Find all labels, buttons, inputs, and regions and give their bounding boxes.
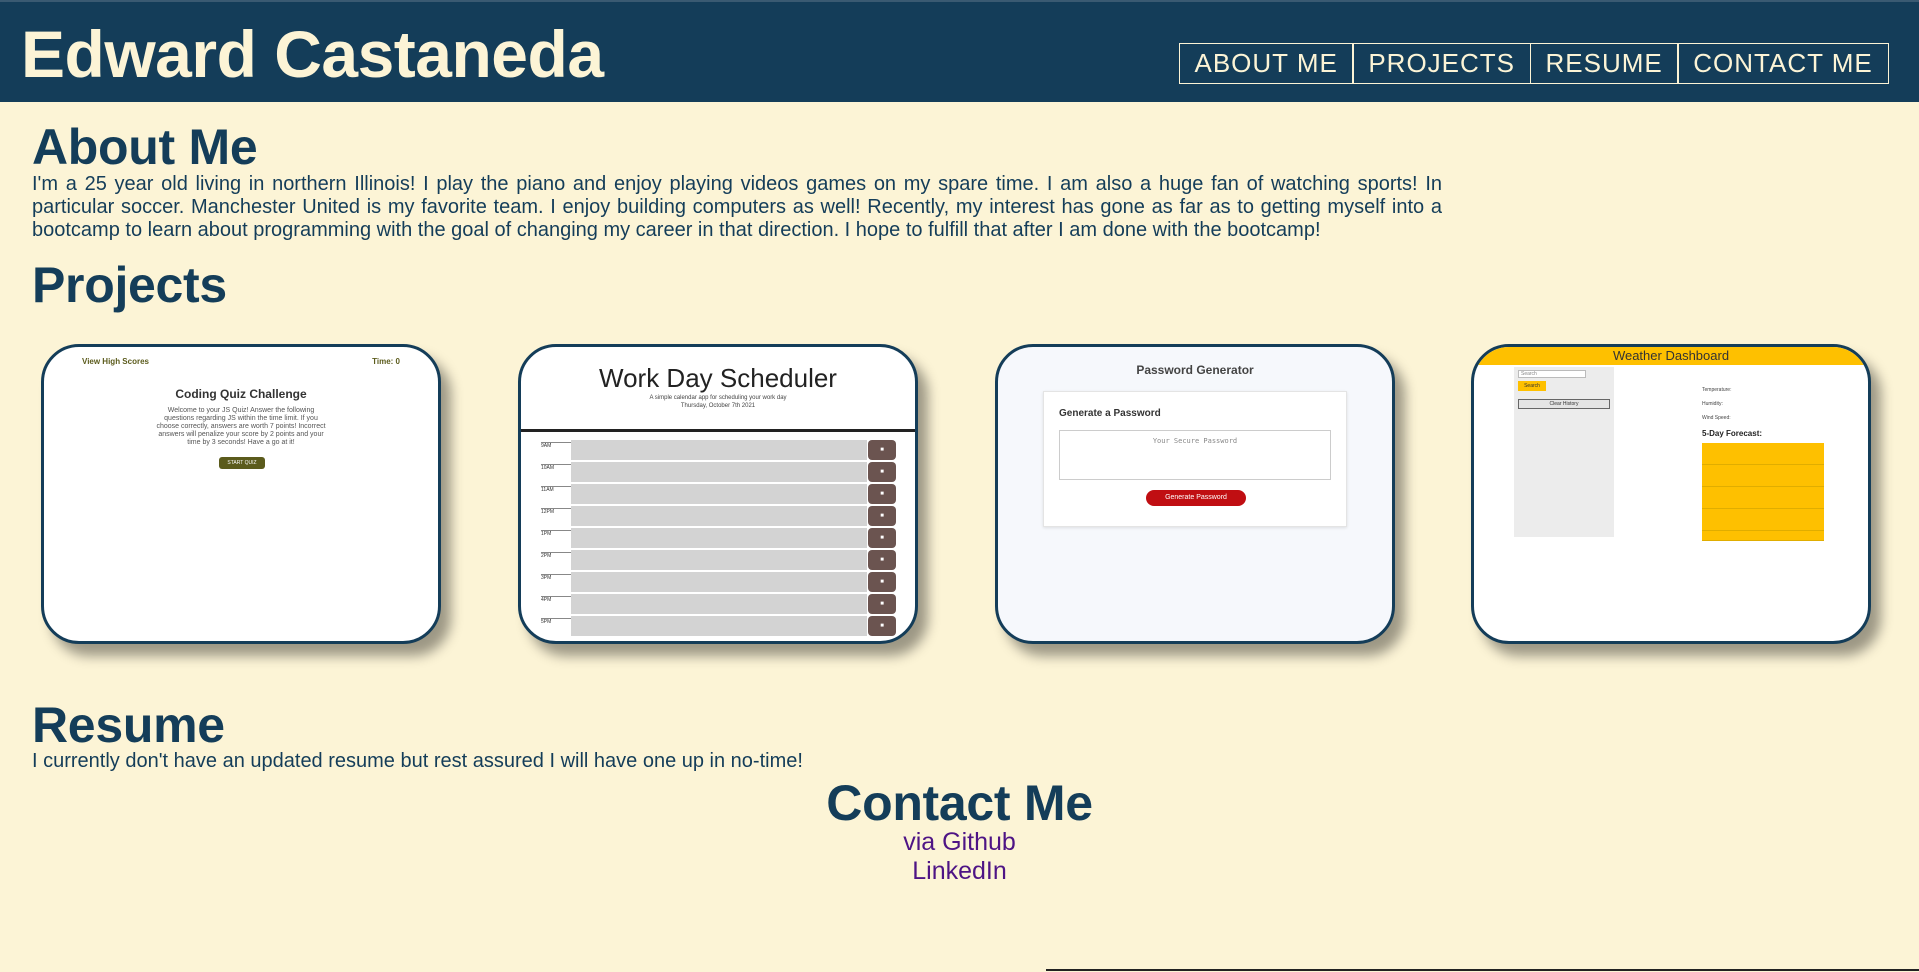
bottom-divider	[1046, 969, 1919, 971]
quiz-timer: Time: 0	[372, 357, 400, 366]
project-card-coding-quiz[interactable]: View High Scores Time: 0 Coding Quiz Cha…	[41, 344, 441, 644]
scheduler-row: 2PM ■	[541, 549, 896, 570]
scheduler-slot	[571, 462, 867, 482]
scheduler-slot	[571, 594, 867, 614]
about-heading: About Me	[32, 119, 258, 175]
weather-clear-history-button: Clear History	[1518, 399, 1610, 409]
weather-temperature: Temperature:	[1702, 387, 1732, 393]
scheduler-row: 3PM ■	[541, 571, 896, 592]
scheduler-subtitle-text: A simple calendar app for scheduling you…	[649, 395, 787, 401]
main-nav: ABOUT ME PROJECTS RESUME CONTACT ME	[1178, 43, 1889, 84]
quiz-description: Welcome to your JS Quiz! Answer the foll…	[156, 407, 326, 446]
github-link[interactable]: via Github	[0, 828, 1919, 857]
nav-projects[interactable]: PROJECTS	[1352, 43, 1532, 84]
scheduler-row: 4PM ■	[541, 593, 896, 614]
quiz-start-button: START QUIZ	[219, 457, 265, 469]
password-panel: Generate a Password Your Secure Password…	[1043, 391, 1347, 527]
forecast-box	[1702, 465, 1824, 487]
scheduler-slot	[571, 550, 867, 570]
quiz-title: Coding Quiz Challenge	[175, 387, 307, 401]
password-output: Your Secure Password	[1059, 430, 1331, 480]
generate-password-button: Generate Password	[1146, 490, 1246, 506]
scheduler-slot	[571, 528, 867, 548]
linkedin-link[interactable]: LinkedIn	[0, 857, 1919, 886]
quiz-topbar: View High Scores Time: 0	[82, 357, 400, 366]
save-icon: ■	[868, 462, 896, 482]
forecast-box	[1702, 487, 1824, 509]
weather-search-input: Search	[1518, 370, 1586, 378]
save-icon: ■	[868, 440, 896, 460]
resume-text: I currently don't have an updated resume…	[32, 750, 803, 772]
project-card-weather-dashboard[interactable]: Weather Dashboard Search Search Clear Hi…	[1471, 344, 1871, 644]
scheduler-title: Work Day Scheduler	[599, 363, 837, 393]
scheduler-hour-label: 11AM	[541, 486, 571, 493]
contact-heading: Contact Me	[826, 775, 1093, 831]
site-header: Edward Castaneda ABOUT ME PROJECTS RESUM…	[0, 0, 1919, 102]
scheduler-slot	[571, 440, 867, 460]
scheduler-row: 11AM ■	[541, 483, 896, 504]
scheduler-hour-label: 10AM	[541, 464, 571, 471]
save-icon: ■	[868, 484, 896, 504]
scheduler-date: Thursday, October 7th 2021	[680, 403, 756, 409]
scheduler-hour-label: 3PM	[541, 574, 571, 581]
project-card-work-day-scheduler[interactable]: Work Day Scheduler A simple calendar app…	[518, 344, 918, 644]
weather-header: Weather Dashboard	[1474, 347, 1868, 365]
scheduler-hour-label: 4PM	[541, 596, 571, 603]
projects-heading: Projects	[32, 257, 227, 313]
save-icon: ■	[868, 550, 896, 570]
scheduler-row: 5PM ■	[541, 615, 896, 636]
project-card-password-generator[interactable]: Password Generator Generate a Password Y…	[995, 344, 1395, 644]
quiz-high-scores: View High Scores	[82, 357, 149, 366]
scheduler-divider	[521, 429, 915, 432]
password-title: Password Generator	[1136, 363, 1254, 377]
forecast-box	[1702, 509, 1824, 531]
scheduler-slot	[571, 572, 867, 592]
scheduler-slot	[571, 484, 867, 504]
weather-humidity: Humidity:	[1702, 401, 1723, 407]
forecast-box	[1702, 443, 1824, 465]
weather-forecast-title: 5-Day Forecast:	[1702, 429, 1763, 438]
scheduler-hour-label: 1PM	[541, 530, 571, 537]
save-icon: ■	[868, 616, 896, 636]
nav-about-me[interactable]: ABOUT ME	[1178, 43, 1354, 84]
save-icon: ■	[868, 572, 896, 592]
weather-sidebar: Search Search Clear History	[1514, 367, 1614, 537]
scheduler-row: 12PM ■	[541, 505, 896, 526]
nav-resume[interactable]: RESUME	[1529, 43, 1679, 84]
save-icon: ■	[868, 594, 896, 614]
scheduler-hour-label: 9AM	[541, 442, 571, 449]
scheduler-hour-label: 5PM	[541, 618, 571, 625]
save-icon: ■	[868, 528, 896, 548]
weather-search-button: Search	[1518, 381, 1546, 391]
scheduler-hour-label: 2PM	[541, 552, 571, 559]
site-title: Edward Castaneda	[21, 17, 604, 91]
save-icon: ■	[868, 506, 896, 526]
nav-contact-me[interactable]: CONTACT ME	[1677, 43, 1889, 84]
scheduler-subtitle: A simple calendar app for scheduling you…	[521, 394, 915, 410]
about-text: I'm a 25 year old living in northern Ill…	[32, 173, 1442, 241]
scheduler-row: 1PM ■	[541, 527, 896, 548]
weather-wind: Wind Speed:	[1702, 415, 1731, 421]
scheduler-slot	[571, 506, 867, 526]
scheduler-slot	[571, 616, 867, 636]
forecast-box	[1702, 531, 1824, 541]
scheduler-row: 10AM ■	[541, 461, 896, 482]
resume-heading: Resume	[32, 697, 225, 753]
password-subtitle: Generate a Password	[1059, 408, 1161, 419]
scheduler-row: 9AM ■	[541, 439, 896, 460]
scheduler-hour-label: 12PM	[541, 508, 571, 515]
